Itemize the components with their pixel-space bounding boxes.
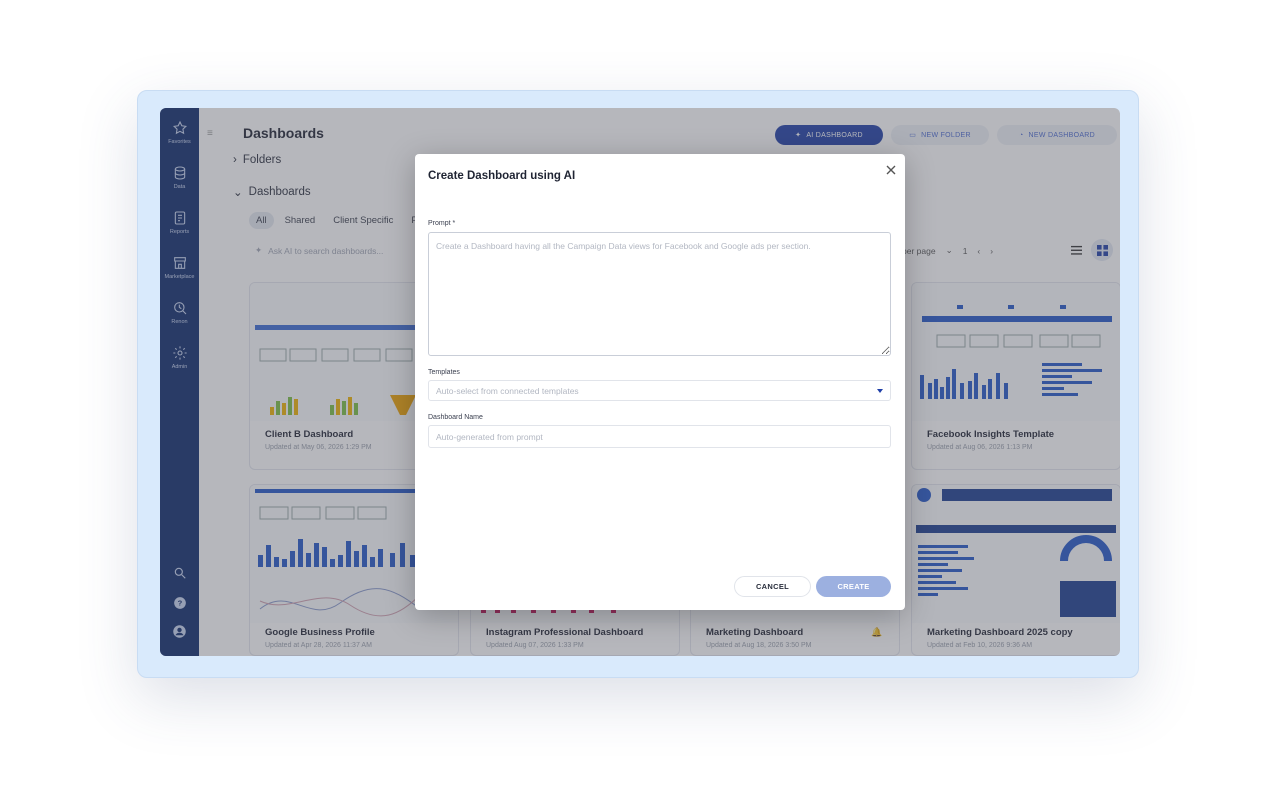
cancel-button[interactable]: CANCEL [734,576,811,597]
create-button[interactable]: CREATE [816,576,891,597]
prompt-label: Prompt * [428,220,456,227]
caret-down-icon [877,389,883,393]
dashboard-name-input[interactable] [428,425,891,448]
templates-label: Templates [428,369,460,376]
dialog-title: Create Dashboard using AI [428,170,576,182]
dashboard-name-label: Dashboard Name [428,414,483,421]
close-icon [886,165,896,175]
prompt-textarea[interactable] [428,232,891,356]
close-button[interactable] [883,162,899,178]
templates-value: Auto-select from connected templates [436,386,579,396]
create-dashboard-dialog: Create Dashboard using AI Prompt * Templ… [415,154,905,610]
templates-select[interactable]: Auto-select from connected templates [428,380,891,401]
